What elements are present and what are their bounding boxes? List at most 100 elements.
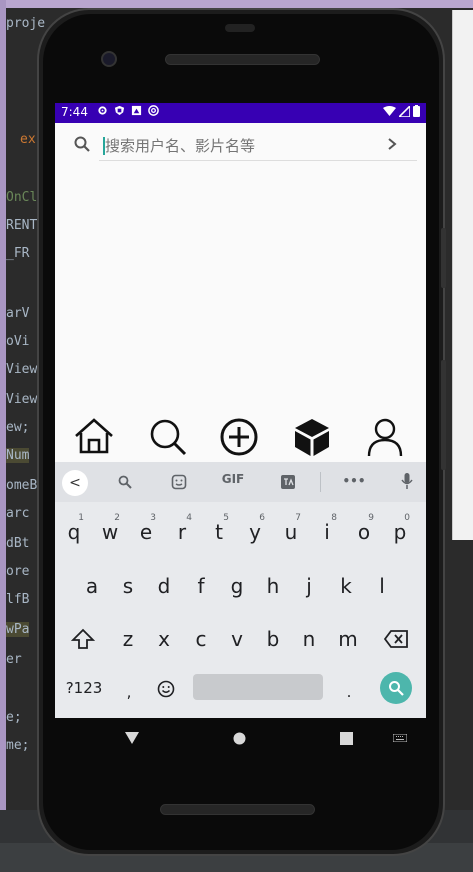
code-line: wPa [6, 622, 30, 637]
chevron-right-icon[interactable] [385, 135, 399, 153]
home-circle-icon[interactable] [233, 732, 246, 745]
search-icon [74, 136, 90, 152]
ide-frame-top [0, 0, 473, 8]
back-triangle-icon[interactable] [125, 732, 139, 744]
code-line: e; [6, 710, 22, 725]
shift-icon[interactable] [71, 628, 95, 650]
key-hint: 3 [150, 513, 156, 523]
key-t[interactable]: t5 [205, 513, 233, 550]
code-line: ore [6, 564, 30, 579]
key-s[interactable]: s [114, 568, 142, 604]
more-icon[interactable]: ••• [342, 474, 366, 488]
key-hint: 1 [78, 513, 84, 523]
backspace-icon[interactable] [384, 630, 408, 648]
key-d[interactable]: d [150, 568, 178, 604]
key-label: i [324, 520, 330, 544]
ide-right-panel [452, 10, 473, 540]
key-e[interactable]: e3 [132, 513, 160, 550]
search-input[interactable] [99, 131, 417, 161]
key-g[interactable]: g [223, 568, 251, 604]
key-label: r [177, 520, 187, 544]
battery-icon [413, 105, 420, 117]
space-key[interactable] [193, 674, 323, 700]
speaker-bottom [160, 804, 315, 815]
status-bar: 7:44 [55, 103, 426, 123]
code-line: Num [6, 448, 30, 463]
key-o[interactable]: o9 [350, 513, 378, 550]
sticker-icon[interactable] [171, 474, 187, 490]
key-z[interactable]: z [114, 621, 142, 657]
key-hint: 7 [295, 513, 301, 523]
system-navigation-bar [55, 718, 426, 760]
key-hint: 0 [404, 513, 410, 523]
search-icon [389, 681, 404, 696]
gif-button[interactable]: GIF [221, 472, 245, 486]
keyboard-switch-icon[interactable] [393, 734, 407, 742]
key-c[interactable]: c [187, 621, 215, 657]
key-hint: 2 [114, 513, 120, 523]
code-line: RENT [6, 218, 38, 233]
key-f[interactable]: f [187, 568, 215, 604]
key-b[interactable]: b [259, 621, 287, 657]
key-w[interactable]: w2 [96, 513, 124, 550]
code-line: omeB [6, 478, 38, 493]
mic-icon[interactable] [401, 472, 413, 490]
volume-button[interactable] [441, 228, 446, 288]
code-line: arV [6, 306, 30, 321]
chevron-left-icon[interactable]: < [62, 470, 88, 496]
phone-notch [225, 24, 255, 32]
key-hint: 8 [331, 513, 337, 523]
code-line: ex [20, 132, 36, 147]
wifi-icon [383, 105, 396, 116]
key-j[interactable]: j [295, 568, 323, 604]
key-hint: 4 [186, 513, 192, 523]
status-system-icons [383, 105, 420, 117]
search-icon[interactable] [118, 475, 132, 489]
key-y[interactable]: y6 [241, 513, 269, 550]
key-m[interactable]: m [334, 621, 362, 657]
plus-circle-icon[interactable] [218, 416, 260, 458]
key-period[interactable]: . [335, 674, 363, 710]
code-line: oVi [6, 334, 30, 349]
key-k[interactable]: k [332, 568, 360, 604]
shield-icon [114, 105, 125, 116]
search-icon[interactable] [147, 416, 189, 458]
text-caret [103, 137, 105, 155]
phone-screen: 7:44 搜索用户名、影片名等 < GIF ••• q 1 w 2 e 3 r … [55, 103, 426, 718]
cube-icon[interactable] [291, 416, 333, 458]
key-x[interactable]: x [150, 621, 178, 657]
key-n[interactable]: n [295, 621, 323, 657]
translate-icon[interactable] [280, 474, 296, 490]
key-h[interactable]: h [259, 568, 287, 604]
key-hint: 9 [368, 513, 374, 523]
code-line: OnCl [6, 190, 38, 205]
power-button[interactable] [441, 360, 446, 470]
code-line: me; [6, 738, 30, 753]
code-line: er [6, 652, 22, 667]
key-a[interactable]: a [78, 568, 106, 604]
search-action-key[interactable] [380, 672, 412, 704]
person-icon[interactable] [364, 416, 406, 458]
key-p[interactable]: p0 [386, 513, 414, 550]
keyboard-toolbar: < GIF ••• [55, 462, 426, 502]
key-comma[interactable]: , [115, 674, 143, 710]
at-icon [148, 105, 159, 116]
signal-icon [399, 105, 410, 117]
gear-icon [98, 106, 107, 115]
key-q[interactable]: q1 [60, 513, 88, 550]
key-l[interactable]: l [368, 568, 396, 604]
key-r[interactable]: r4 [168, 513, 196, 550]
recents-square-icon[interactable] [340, 732, 353, 745]
key-v[interactable]: v [223, 621, 251, 657]
key-hint: 5 [223, 513, 229, 523]
home-icon[interactable] [73, 416, 115, 458]
bottom-navigation [55, 410, 426, 462]
key-u[interactable]: u7 [277, 513, 305, 550]
emoji-icon[interactable] [157, 680, 175, 698]
code-line: dBt [6, 536, 30, 551]
code-line: View [6, 392, 38, 407]
symbols-key[interactable]: ?123 [63, 670, 105, 706]
code-line: View [6, 362, 38, 377]
image-icon [131, 105, 142, 116]
key-i[interactable]: i8 [313, 513, 341, 550]
